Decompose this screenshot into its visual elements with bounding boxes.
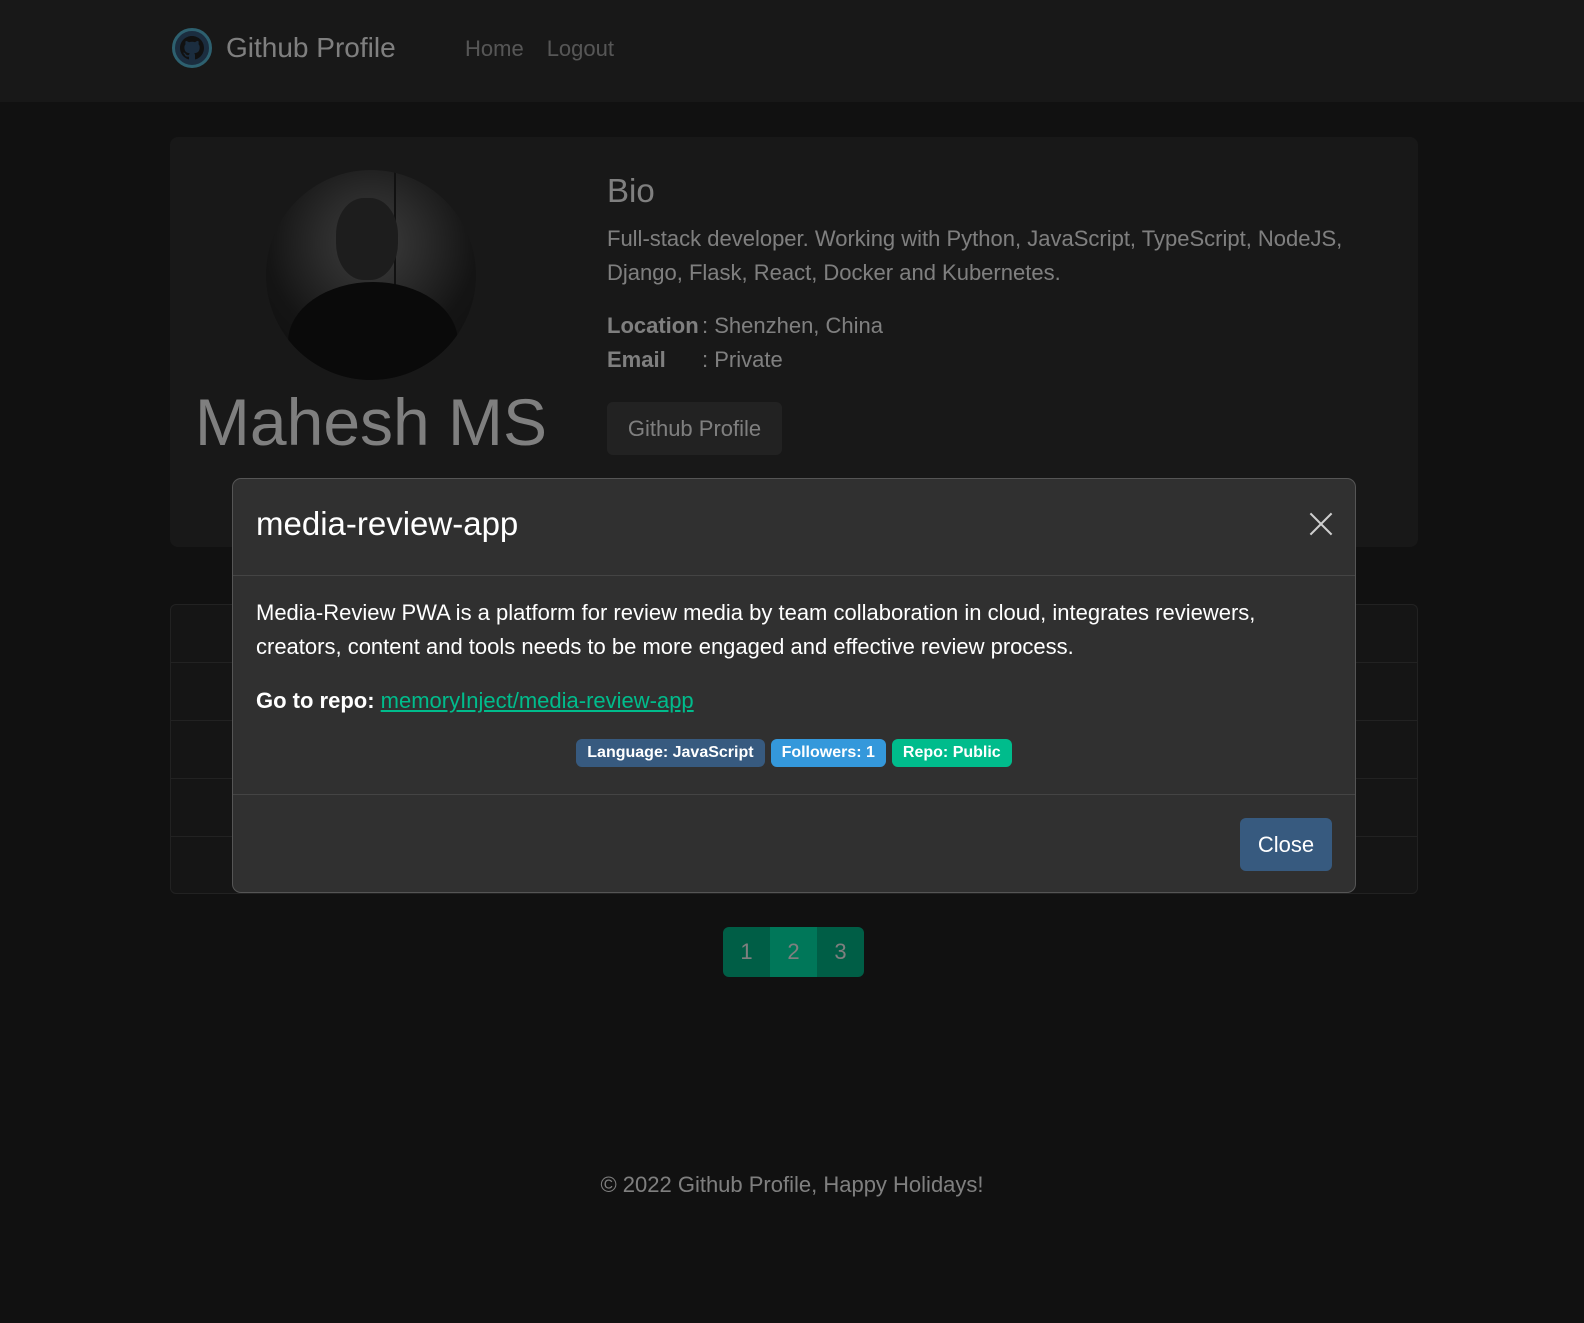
modal-footer: Close	[233, 795, 1355, 892]
modal-body: Media-Review PWA is a platform for revie…	[233, 576, 1355, 795]
repo-link-row: Go to repo: memoryInject/media-review-ap…	[256, 688, 694, 714]
modal-header: media-review-app	[233, 479, 1355, 576]
repo-link[interactable]: memoryInject/media-review-app	[381, 688, 694, 713]
repo-modal: media-review-app Media-Review PWA is a p…	[232, 478, 1356, 893]
close-button[interactable]: Close	[1240, 818, 1332, 871]
repo-visibility-badge: Repo: Public	[891, 739, 1012, 767]
repo-link-label: Go to repo:	[256, 688, 375, 713]
language-badge: Language: JavaScript	[576, 739, 765, 767]
badges: Language: JavaScript Followers: 1 Repo: …	[233, 739, 1355, 767]
repo-description: Media-Review PWA is a platform for revie…	[256, 600, 1256, 659]
modal-title: media-review-app	[256, 505, 519, 542]
followers-badge: Followers: 1	[770, 739, 886, 767]
close-icon[interactable]	[1306, 509, 1336, 539]
